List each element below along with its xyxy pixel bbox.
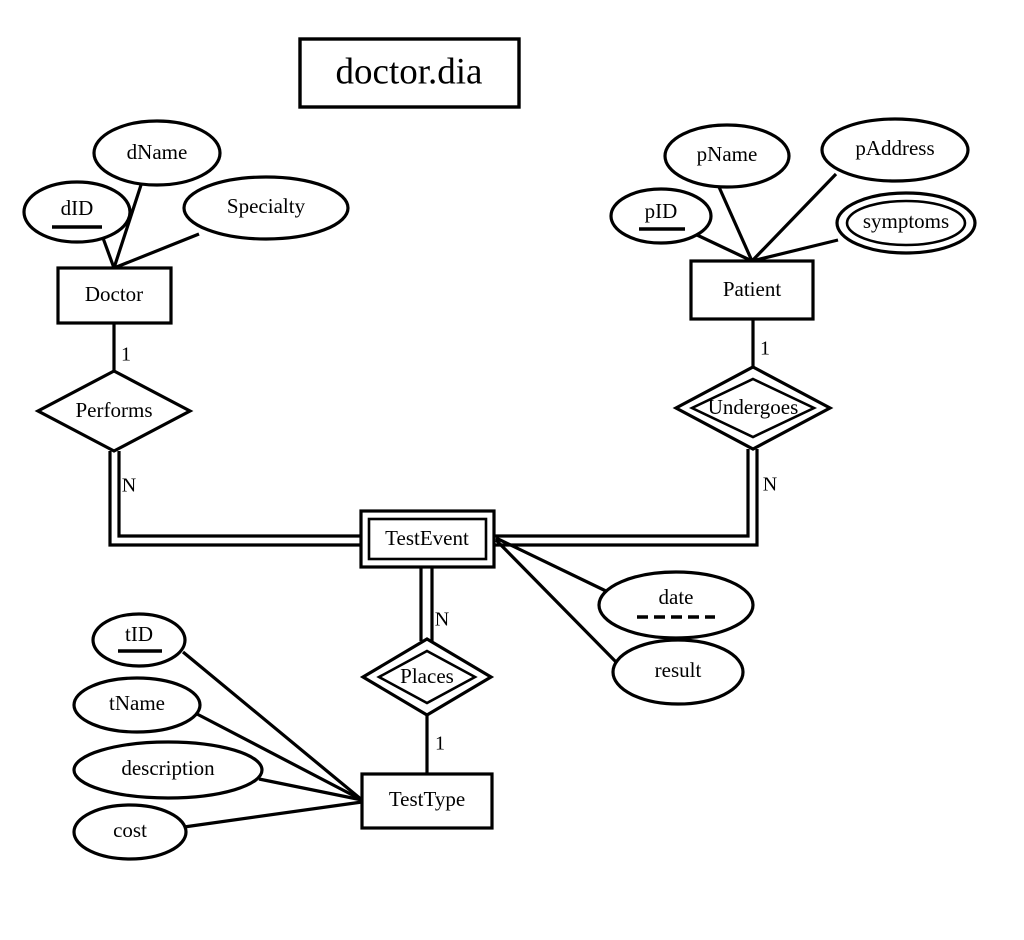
- connector-performs-testevent-outer: [108, 451, 361, 547]
- attribute-result-label: result: [655, 658, 702, 682]
- attribute-did-label: dID: [61, 196, 94, 220]
- entity-doctor[interactable]: Doctor: [56, 266, 173, 325]
- cardinality-performs-doctor: 1: [121, 344, 131, 366]
- diagram-title-text: doctor.dia: [336, 51, 483, 92]
- attribute-pid-label: pID: [645, 199, 678, 223]
- attribute-symptoms-label: symptoms: [863, 209, 949, 233]
- connector-undergoes-testevent: [494, 449, 759, 547]
- attribute-specialty[interactable]: Specialty: [182, 175, 350, 241]
- relationship-places-label: Places: [400, 664, 454, 688]
- cardinality-places-testtype: 1: [435, 733, 445, 755]
- relationship-undergoes-label: Undergoes: [708, 395, 799, 419]
- relationship-performs-label: Performs: [76, 398, 153, 422]
- cardinality-performs-testevent: N: [122, 475, 136, 497]
- connector-pName-patient: [717, 186, 754, 262]
- er-diagram-svg: doctor.dia Doctor Patient TestEvent Test…: [22, 37, 977, 861]
- cardinality-undergoes-patient: 1: [760, 338, 770, 360]
- attribute-cost[interactable]: cost: [72, 803, 188, 861]
- connector-performs-testevent-inner: [117, 451, 361, 538]
- connector-dID-doctor: [101, 237, 116, 269]
- diagram-title-box: doctor.dia: [298, 37, 521, 109]
- connector-undergoes-testevent-inner: [494, 449, 750, 538]
- attribute-specialty-label: Specialty: [227, 194, 306, 218]
- attribute-pname-label: pName: [697, 142, 758, 166]
- entity-patient-label: Patient: [723, 277, 781, 301]
- entity-testevent[interactable]: TestEvent: [359, 509, 496, 569]
- attribute-tid[interactable]: tID: [91, 612, 187, 668]
- relationship-places[interactable]: Places: [359, 637, 495, 717]
- attribute-date[interactable]: date: [597, 570, 755, 640]
- connector-specialty-doctor: [113, 232, 200, 270]
- attribute-did[interactable]: dID: [22, 180, 132, 244]
- attribute-result[interactable]: result: [611, 638, 745, 706]
- connector-pAddress-patient: [750, 172, 838, 263]
- attribute-tid-label: tID: [125, 622, 153, 646]
- attribute-date-label: date: [659, 585, 694, 609]
- attribute-paddress-label: pAddress: [855, 136, 934, 160]
- entity-testtype[interactable]: TestType: [360, 772, 494, 830]
- attribute-description[interactable]: description: [72, 740, 264, 800]
- attribute-tname-label: tName: [109, 691, 165, 715]
- entity-patient[interactable]: Patient: [689, 259, 815, 321]
- cardinality-undergoes-testevent: N: [763, 474, 777, 496]
- connector-performs-testevent: [108, 451, 361, 547]
- cardinality-places-testevent: N: [435, 609, 449, 631]
- entity-doctor-label: Doctor: [85, 282, 143, 306]
- connector-description-testtype: [258, 777, 363, 802]
- attribute-dname[interactable]: dName: [92, 119, 222, 187]
- attribute-tname[interactable]: tName: [72, 676, 202, 734]
- connector-cost-testtype: [183, 800, 363, 829]
- connector-symptoms-patient: [751, 238, 839, 263]
- connector-testevent-places: [419, 567, 434, 641]
- attribute-paddress[interactable]: pAddress: [820, 117, 970, 183]
- entity-testevent-label: TestEvent: [385, 526, 469, 550]
- testtype-attribute-connectors: [181, 650, 364, 829]
- attribute-dname-label: dName: [127, 140, 188, 164]
- relationship-undergoes[interactable]: Undergoes: [672, 365, 834, 451]
- er-diagram-canvas: doctor.dia Doctor Patient TestEvent Test…: [0, 0, 1024, 940]
- attribute-symptoms[interactable]: symptoms: [835, 191, 977, 255]
- attribute-cost-label: cost: [113, 818, 147, 842]
- attribute-description-label: description: [121, 756, 215, 780]
- entity-testtype-label: TestType: [389, 787, 465, 811]
- attribute-pname[interactable]: pName: [663, 123, 791, 189]
- attribute-pid[interactable]: pID: [609, 187, 713, 245]
- relationship-performs[interactable]: Performs: [34, 369, 194, 453]
- connector-undergoes-testevent-outer: [494, 449, 759, 547]
